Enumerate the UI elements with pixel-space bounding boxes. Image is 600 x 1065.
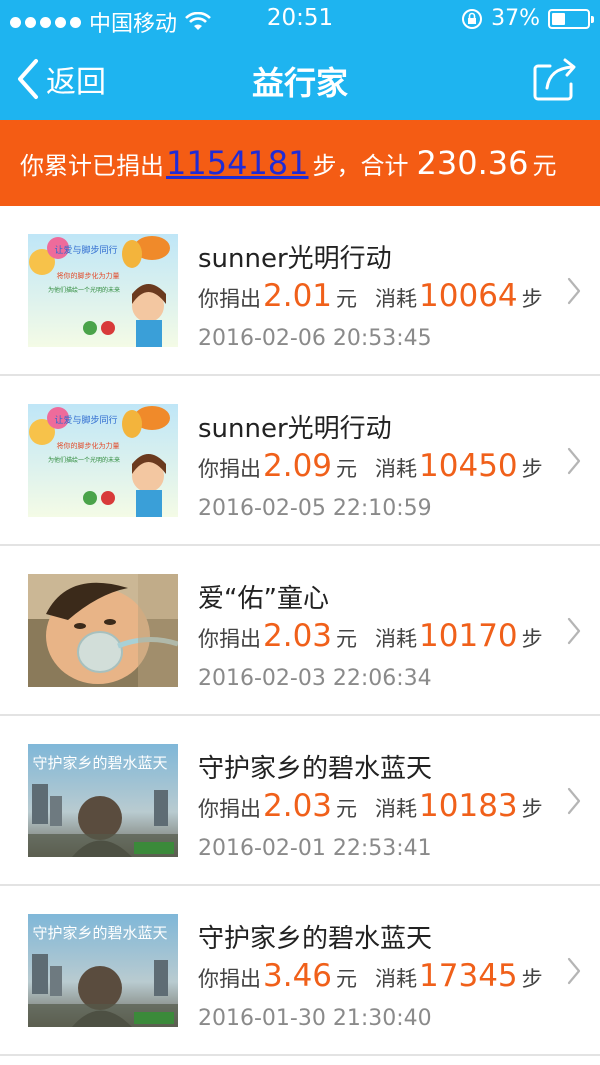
sunner-image-line2: 将你的脚步化为力量	[57, 441, 120, 450]
sunner-project-image: 让爱与脚步同行 将你的脚步化为力量 为他们描绘一个光明的未来	[28, 404, 178, 517]
project-title: 爱“佑”童心	[198, 584, 329, 614]
summary-steps-suffix: 步，合计	[312, 151, 409, 180]
total-amount: 230.36	[416, 144, 529, 182]
donated-amount: 3.46	[263, 958, 333, 994]
step-unit: 步	[521, 287, 543, 311]
chevron-right-icon	[567, 957, 581, 985]
sky-project-image: 守护家乡的碧水蓝天	[28, 744, 178, 857]
donation-detail: 你捐出 2.03 元 消耗 10183 步	[198, 788, 543, 828]
project-thumbnail: 让爱与脚步同行 将你的脚步化为力量 为他们描绘一个光明的未来	[28, 404, 178, 517]
project-thumbnail: 守护家乡的碧水蓝天	[28, 914, 178, 1027]
donation-detail: 你捐出 3.46 元 消耗 17345 步	[198, 958, 543, 998]
chevron-right-icon	[567, 447, 581, 475]
project-title: sunner光明行动	[198, 414, 392, 444]
battery-icon	[548, 8, 594, 29]
sky-image-text: 守护家乡的碧水蓝天	[32, 924, 167, 942]
sunner-project-image: 让爱与脚步同行 将你的脚步化为力量 为他们描绘一个光明的未来	[28, 234, 178, 347]
yuan-unit: 元	[336, 457, 358, 481]
chevron-right-icon	[567, 787, 581, 815]
chevron-right-icon	[567, 277, 581, 305]
donation-date: 2016-02-05 22:10:59	[198, 496, 432, 521]
step-unit: 步	[521, 457, 543, 481]
donation-list-item[interactable]: 爱“佑”童心 你捐出 2.03 元 消耗 10170 步 2016-02-03 …	[0, 546, 600, 716]
sky-project-image: 守护家乡的碧水蓝天	[28, 914, 178, 1027]
consumed-label: 消耗	[375, 457, 418, 481]
chevron-right-icon	[567, 617, 581, 645]
donated-label: 你捐出	[198, 967, 261, 991]
donation-date: 2016-02-03 22:06:34	[198, 666, 432, 691]
donation-list: 让爱与脚步同行 将你的脚步化为力量 为他们描绘一个光明的未来 sunner光明行…	[0, 206, 600, 1056]
project-title: 守护家乡的碧水蓝天	[198, 924, 433, 954]
consumed-label: 消耗	[375, 967, 418, 991]
consumed-steps: 10064	[419, 278, 518, 314]
project-thumbnail: 守护家乡的碧水蓝天	[28, 744, 178, 857]
consumed-label: 消耗	[375, 627, 418, 651]
orientation-lock-icon	[462, 8, 483, 29]
consumed-steps: 10450	[419, 448, 518, 484]
donation-list-item[interactable]: 守护家乡的碧水蓝天 守护家乡的碧水蓝天 你捐出 2.03 元 消耗 10183 …	[0, 716, 600, 886]
donation-detail: 你捐出 2.03 元 消耗 10170 步	[198, 618, 543, 658]
status-bar: 中国移动 20:51 37%	[0, 0, 600, 40]
donation-summary-banner: 你累计已捐出 1154181 步，合计 230.36 元	[0, 120, 600, 206]
donation-detail: 你捐出 2.01 元 消耗 10064 步	[198, 278, 543, 318]
status-right: 37%	[461, 6, 594, 31]
top-bar: 中国移动 20:51 37% 返回 益行家	[0, 0, 600, 120]
donated-amount: 2.03	[263, 618, 333, 654]
sky-image-text: 守护家乡的碧水蓝天	[32, 754, 167, 772]
sunner-image-line1: 让爱与脚步同行	[54, 244, 117, 256]
step-unit: 步	[521, 627, 543, 651]
step-unit: 步	[521, 967, 543, 991]
project-title: 守护家乡的碧水蓝天	[198, 754, 433, 784]
sunner-image-line3: 为他们描绘一个光明的未来	[48, 456, 120, 464]
share-icon[interactable]	[530, 54, 580, 104]
consumed-steps: 10170	[419, 618, 518, 654]
summary-prefix: 你累计已捐出	[20, 151, 164, 180]
donation-list-item[interactable]: 让爱与脚步同行 将你的脚步化为力量 为他们描绘一个光明的未来 sunner光明行…	[0, 376, 600, 546]
consumed-steps: 10183	[419, 788, 518, 824]
battery-fill	[552, 12, 565, 25]
donation-list-item[interactable]: 守护家乡的碧水蓝天 守护家乡的碧水蓝天 你捐出 3.46 元 消耗 17345 …	[0, 886, 600, 1056]
donation-date: 2016-02-01 22:53:41	[198, 836, 432, 861]
donation-date: 2016-01-30 21:30:40	[198, 1006, 432, 1031]
donation-detail: 你捐出 2.09 元 消耗 10450 步	[198, 448, 543, 488]
consumed-label: 消耗	[375, 797, 418, 821]
battery-percent: 37%	[491, 6, 540, 31]
yuan-unit: 元	[336, 627, 358, 651]
yuan-unit: 元	[336, 287, 358, 311]
yuan-unit: 元	[336, 797, 358, 821]
donation-date: 2016-02-06 20:53:45	[198, 326, 432, 351]
consumed-label: 消耗	[375, 287, 418, 311]
sunner-image-line2: 将你的脚步化为力量	[57, 271, 120, 280]
consumed-steps: 17345	[419, 958, 518, 994]
donated-amount: 2.03	[263, 788, 333, 824]
project-thumbnail: 让爱与脚步同行 将你的脚步化为力量 为他们描绘一个光明的未来	[28, 234, 178, 347]
project-thumbnail	[28, 574, 178, 687]
total-steps-link[interactable]: 1154181	[166, 144, 309, 182]
sunner-image-line1: 让爱与脚步同行	[54, 414, 117, 426]
summary-amount-unit: 元	[532, 151, 557, 180]
donated-label: 你捐出	[198, 287, 261, 311]
step-unit: 步	[521, 797, 543, 821]
donated-label: 你捐出	[198, 797, 261, 821]
page-title: 益行家	[251, 64, 348, 102]
nav-bar: 返回 益行家	[0, 40, 600, 120]
project-title: sunner光明行动	[198, 244, 392, 274]
donated-label: 你捐出	[198, 627, 261, 651]
yuan-unit: 元	[336, 967, 358, 991]
donated-label: 你捐出	[198, 457, 261, 481]
sunner-image-line3: 为他们描绘一个光明的未来	[48, 286, 120, 294]
donated-amount: 2.09	[263, 448, 333, 484]
donation-list-item[interactable]: 让爱与脚步同行 将你的脚步化为力量 为他们描绘一个光明的未来 sunner光明行…	[0, 206, 600, 376]
donated-amount: 2.01	[263, 278, 333, 314]
child-project-image	[28, 574, 178, 687]
